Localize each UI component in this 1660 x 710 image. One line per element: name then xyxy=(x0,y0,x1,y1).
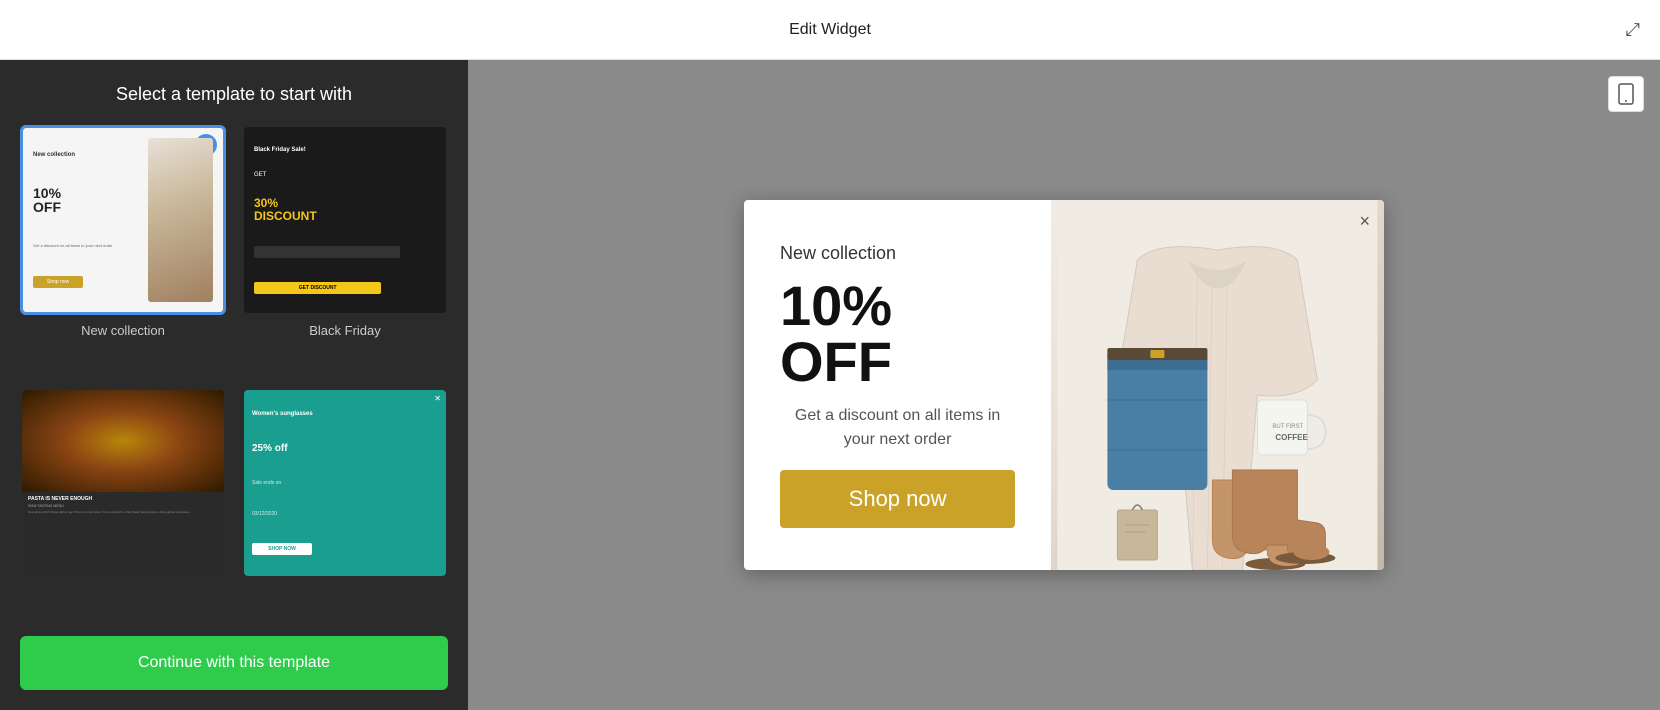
template-label-new-collection: New collection xyxy=(81,323,165,338)
svg-text:COFFEE: COFFEE xyxy=(1276,433,1309,442)
template-thumb-pasta[interactable]: PASTA IS NEVER ENOUGH NOW TASTING MENU N… xyxy=(20,388,226,578)
mobile-icon xyxy=(1617,83,1635,105)
panel-title: Select a template to start with xyxy=(0,60,468,125)
template-thumb-black-friday[interactable]: Black Friday Sale! GET 30%DISCOUNT GET D… xyxy=(242,125,448,315)
thumb-content-black-friday: Black Friday Sale! GET 30%DISCOUNT GET D… xyxy=(244,127,446,313)
template-item-black-friday[interactable]: Black Friday Sale! GET 30%DISCOUNT GET D… xyxy=(242,125,448,372)
mobile-view-toggle[interactable] xyxy=(1608,76,1644,112)
widget-off-label: 10% OFF xyxy=(780,278,1015,390)
header: Edit Widget ⤢ xyxy=(0,0,1660,60)
expand-icon[interactable]: ⤢ xyxy=(1626,19,1640,40)
template-item-sunglasses[interactable]: ✕ Women's sunglasses 25% off Sale ends o… xyxy=(242,388,448,620)
thumb-content-sunglasses: ✕ Women's sunglasses 25% off Sale ends o… xyxy=(244,390,446,576)
thumb-content-pasta: PASTA IS NEVER ENOUGH NOW TASTING MENU N… xyxy=(22,390,224,576)
widget-close-button[interactable]: × xyxy=(1359,212,1370,230)
thumb-content-new-collection: New collection 10%OFF Get a discount on … xyxy=(23,128,223,312)
widget-description: Get a discount on all items in your next… xyxy=(780,404,1015,452)
widget-right-image: BUT FIRST COFFEE xyxy=(1051,200,1384,570)
fashion-illustration: BUT FIRST COFFEE xyxy=(1051,200,1384,570)
template-selector-panel: Select a template to start with ✓ New co… xyxy=(0,60,468,710)
continue-button[interactable]: Continue with this template xyxy=(20,636,448,690)
widget-left-content: New collection 10% OFF Get a discount on… xyxy=(744,200,1051,570)
template-thumb-sunglasses[interactable]: ✕ Women's sunglasses 25% off Sale ends o… xyxy=(242,388,448,578)
header-title: Edit Widget xyxy=(789,21,871,39)
widget-collection-label: New collection xyxy=(780,243,1015,264)
template-item-pasta[interactable]: PASTA IS NEVER ENOUGH NOW TASTING MENU N… xyxy=(20,388,226,620)
preview-panel: × New collection 10% OFF Get a discount … xyxy=(468,60,1660,710)
template-thumb-new-collection[interactable]: ✓ New collection 10%OFF Get a discount o… xyxy=(20,125,226,315)
template-item-new-collection[interactable]: ✓ New collection 10%OFF Get a discount o… xyxy=(20,125,226,372)
templates-grid: ✓ New collection 10%OFF Get a discount o… xyxy=(0,125,468,636)
template-label-black-friday: Black Friday xyxy=(309,323,381,338)
widget-popup-preview: × New collection 10% OFF Get a discount … xyxy=(744,200,1384,570)
main-content: Select a template to start with ✓ New co… xyxy=(0,60,1660,710)
widget-shop-button[interactable]: Shop now xyxy=(780,470,1015,528)
svg-text:BUT FIRST: BUT FIRST xyxy=(1273,424,1304,430)
